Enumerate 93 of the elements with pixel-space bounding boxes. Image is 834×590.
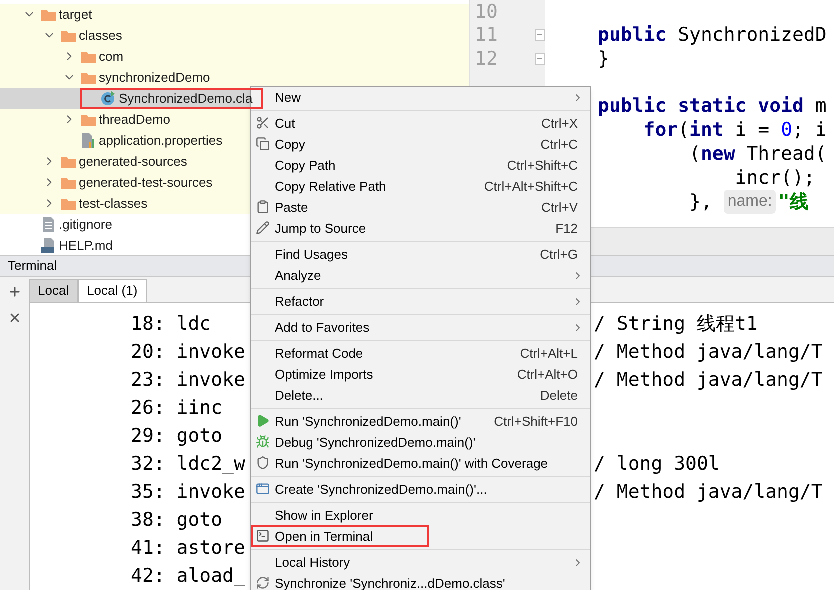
folder-icon (41, 8, 56, 20)
folder-icon (61, 198, 76, 210)
terminal-comment: / Method java/lang/T (594, 480, 823, 505)
terminal-text: 23: invoke (131, 368, 246, 391)
shortcut-label: Ctrl+Alt+L (520, 344, 578, 363)
tree-row[interactable]: synchronizedDemo (0, 67, 469, 88)
tree-item-label: threadDemo (99, 110, 171, 129)
code-line: public static void m (598, 94, 827, 119)
tree-item-label: synchronizedDemo (99, 68, 210, 87)
line-number: 11 (475, 23, 499, 48)
menu-item[interactable]: Debug 'SynchronizedDemo.main()' (251, 432, 590, 453)
terminal-text: 20: invoke (131, 340, 246, 363)
folder-icon (81, 72, 96, 84)
code-line: for(int i = 0; i (642, 118, 827, 143)
line-number: 10 (475, 0, 499, 24)
menu-item[interactable]: Add to Favorites (251, 317, 590, 338)
shortcut-label: Ctrl+G (540, 246, 578, 264)
tree-item-label: classes (79, 26, 122, 45)
play-icon (256, 414, 270, 428)
code-line: } (598, 46, 610, 72)
tree-item-label: HELP.md (59, 236, 113, 255)
tree-row[interactable]: target (0, 4, 469, 25)
terminal-text: 42: aload_ (131, 564, 246, 587)
tree-item-label: target (59, 6, 92, 24)
terminal-text: 26: iinc (131, 396, 223, 419)
menu-item[interactable]: Create 'SynchronizedDemo.main()'... (251, 479, 590, 500)
shortcut-label: Ctrl+C (540, 136, 578, 154)
tree-row[interactable]: com (0, 46, 469, 67)
folder-icon (61, 176, 76, 188)
terminal-text: 41: astore (131, 536, 246, 559)
shortcut-label: Ctrl+Alt+O (517, 366, 578, 384)
line-number: 12 (475, 46, 499, 72)
shortcut-label: Delete (540, 386, 578, 405)
refresh-icon (256, 576, 270, 590)
terminal-comment: / long 300l (594, 452, 720, 477)
shortcut-label: Ctrl+V (542, 198, 578, 217)
tree-item-label: .gitignore (59, 216, 112, 234)
folder-icon (81, 50, 96, 62)
folder-icon (61, 30, 76, 42)
menu-item[interactable]: Analyze (251, 265, 590, 286)
terminal-tab[interactable]: Local (1) (78, 279, 147, 302)
menu-item[interactable]: Delete... Delete (251, 385, 590, 406)
tree-item-label: com (99, 48, 124, 66)
panel-title: Terminal (8, 257, 58, 276)
terminal-comment: / Method java/lang/T (594, 368, 823, 393)
terminal-icon (256, 529, 270, 543)
terminal-text: 29: goto (131, 424, 223, 447)
shield-icon (256, 456, 270, 470)
shortcut-label: Ctrl+X (542, 114, 578, 133)
window-icon (256, 482, 270, 496)
fold-marker-icon[interactable] (535, 29, 545, 42)
code-line: public SynchronizedD (598, 22, 827, 48)
class-file-icon (101, 91, 116, 106)
terminal-text: 35: invoke (131, 480, 246, 503)
code-line: incr(); (734, 166, 816, 191)
shortcut-label: Ctrl+Shift+F10 (494, 412, 578, 431)
menu-item[interactable]: Reformat Code Ctrl+Alt+L (251, 343, 590, 364)
menu-item[interactable]: Refactor (251, 291, 590, 312)
folder-icon (81, 114, 96, 126)
terminal-tab[interactable]: Local (29, 279, 78, 302)
tree-item-label: application.properties (99, 132, 223, 150)
copy-icon (256, 137, 270, 151)
markdown-file-icon (41, 238, 56, 253)
terminal-text: 32: ldc2_w (131, 452, 246, 475)
menu-item[interactable]: Run 'SynchronizedDemo.main()' Ctrl+Shift+F10 (251, 411, 590, 432)
terminal-comment: / String 线程t1 (594, 312, 758, 337)
pencil-icon (256, 221, 270, 235)
scissors-icon (256, 116, 270, 130)
terminal-text: 18: ldc (131, 312, 212, 335)
shortcut-label: Ctrl+Alt+Shift+C (484, 178, 578, 196)
clipboard-icon (256, 200, 270, 214)
text-file-icon (41, 217, 56, 232)
code-line: }, name: "线 (688, 189, 809, 216)
menu-item[interactable]: Open in Terminal (251, 526, 590, 547)
menu-item[interactable]: Run 'SynchronizedDemo.main()' with Coverage (251, 453, 590, 474)
bug-icon (256, 435, 270, 449)
tree-item-label: generated-test-sources (79, 174, 213, 192)
menu-item[interactable]: Show in Explorer (251, 505, 590, 526)
folder-icon (61, 156, 76, 168)
terminal-comment: / Method java/lang/T (594, 340, 823, 365)
tree-item-label: SynchronizedDemo.cla (119, 90, 253, 108)
terminal-text: 38: goto (131, 508, 223, 531)
properties-file-icon (81, 133, 96, 148)
fold-marker-icon[interactable] (535, 52, 545, 65)
tree-row[interactable]: classes (0, 25, 469, 46)
shortcut-label: Ctrl+Shift+C (507, 156, 578, 175)
code-line: (new Thread( (688, 142, 827, 167)
menu-item[interactable]: Optimize Imports Ctrl+Alt+O (251, 364, 590, 385)
tree-item-label: test-classes (79, 194, 148, 213)
menu-item[interactable]: Local History (251, 552, 590, 573)
tree-item-label: generated-sources (79, 152, 188, 171)
shortcut-label: F12 (556, 220, 578, 238)
add-icon[interactable] (8, 285, 22, 299)
